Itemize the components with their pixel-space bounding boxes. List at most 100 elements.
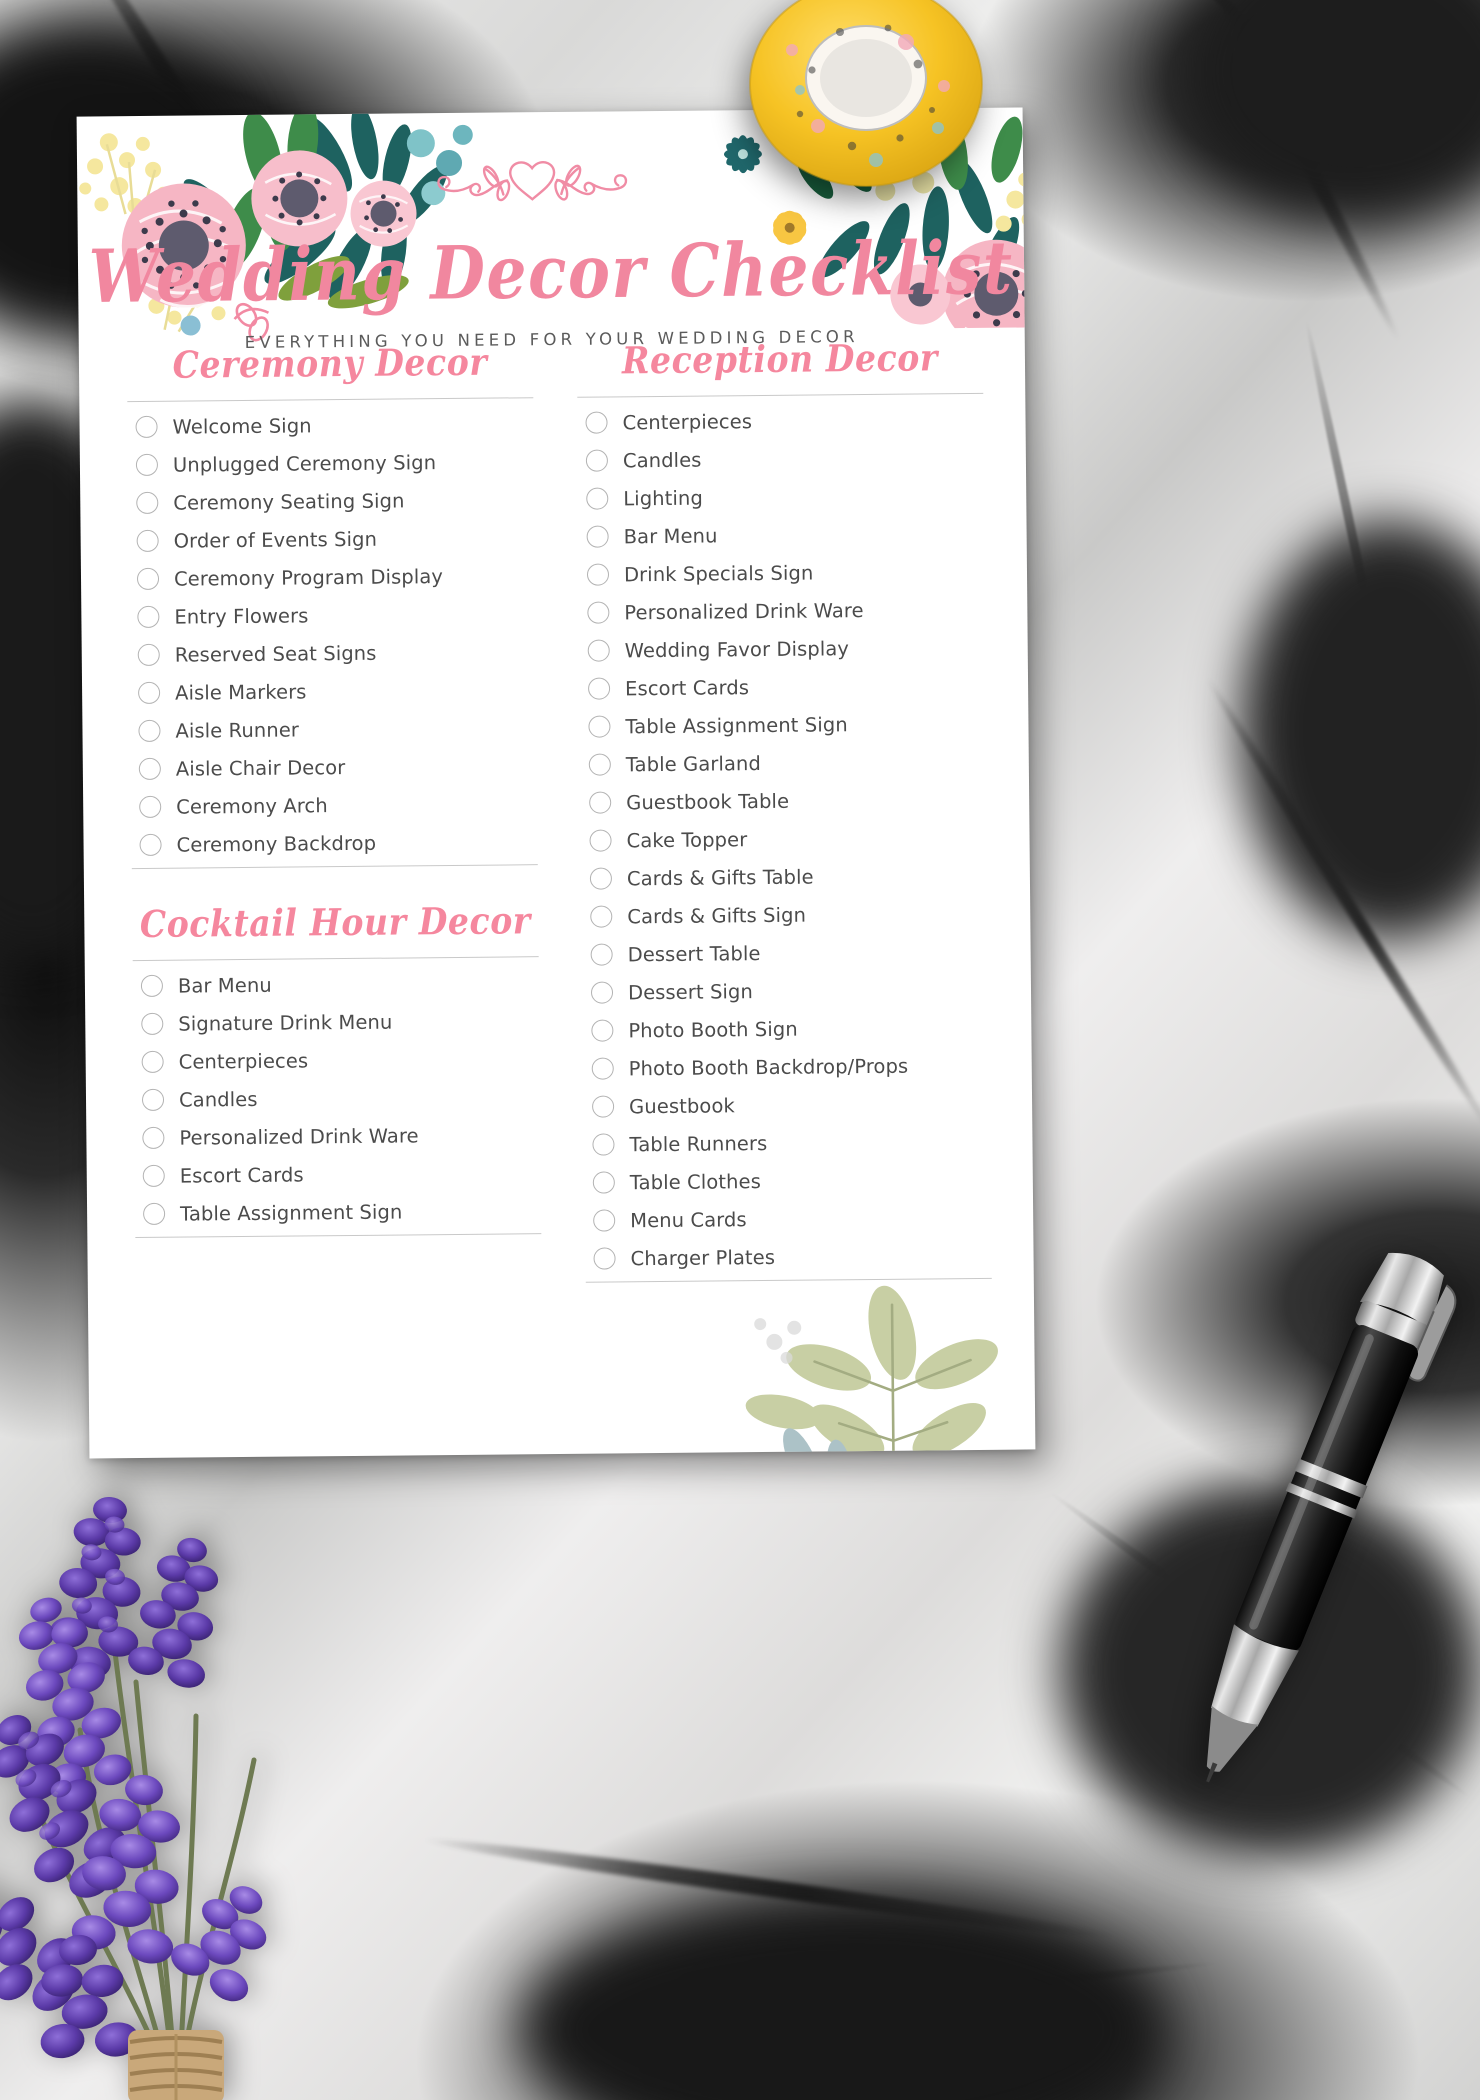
- checklist-item[interactable]: Guestbook Table: [581, 780, 987, 822]
- checkbox-circle-icon[interactable]: [592, 1133, 615, 1156]
- checkbox-circle-icon[interactable]: [586, 487, 609, 510]
- checkbox-circle-icon[interactable]: [591, 1019, 614, 1042]
- checklist-item[interactable]: Menu Cards: [585, 1198, 991, 1240]
- checkbox-circle-icon[interactable]: [592, 1095, 615, 1118]
- checkbox-circle-icon[interactable]: [142, 1126, 165, 1149]
- checklist-item-label: Guestbook Table: [626, 789, 790, 814]
- checklist-item[interactable]: Reserved Seat Signs: [130, 632, 536, 674]
- checklist-item[interactable]: Order of Events Sign: [128, 518, 534, 560]
- checkbox-circle-icon[interactable]: [591, 1057, 614, 1080]
- checklist-item[interactable]: Table Assignment Sign: [135, 1191, 541, 1233]
- checkbox-circle-icon[interactable]: [587, 677, 611, 700]
- checklist-item[interactable]: Charger Plates: [585, 1236, 991, 1278]
- checklist-item-label: Ceremony Seating Sign: [173, 488, 405, 515]
- marble-smudge: [520, 1900, 1160, 2100]
- checklist-item[interactable]: Candles: [134, 1077, 540, 1119]
- checklist-items: Welcome Sign Unplugged Ceremony Sign Cerem…: [127, 398, 537, 868]
- checkbox-circle-icon[interactable]: [589, 791, 612, 814]
- checklist-item[interactable]: Ceremony Seating Sign: [128, 480, 534, 522]
- checklist-item[interactable]: Escort Cards: [135, 1153, 541, 1195]
- checklist-item[interactable]: Wedding Favor Display: [580, 628, 986, 670]
- checklist-item[interactable]: Ceremony Program Display: [129, 556, 535, 598]
- checklist-item[interactable]: Dessert Sign: [583, 970, 989, 1012]
- checklist-item[interactable]: Cards & Gifts Table: [582, 856, 988, 898]
- checklist-item[interactable]: Dessert Table: [582, 932, 988, 974]
- checkbox-circle-icon[interactable]: [138, 681, 161, 705]
- marble-vein: [963, 0, 1357, 123]
- checklist-item[interactable]: Personalized Drink Ware: [134, 1115, 540, 1157]
- checklist-item[interactable]: Photo Booth Sign: [583, 1008, 989, 1050]
- section-title: Ceremony Decor: [172, 339, 488, 387]
- checkbox-circle-icon[interactable]: [136, 529, 159, 553]
- checkbox-circle-icon[interactable]: [137, 643, 160, 667]
- checklist-item[interactable]: Entry Flowers: [129, 594, 535, 636]
- checklist-item[interactable]: Aisle Markers: [130, 670, 536, 712]
- checklist-item[interactable]: Ceremony Backdrop: [131, 822, 537, 864]
- checklist-item[interactable]: Aisle Chair Decor: [131, 746, 537, 788]
- checklist-item[interactable]: Table Runners: [584, 1122, 990, 1164]
- checklist-item[interactable]: Personalized Drink Ware: [579, 590, 985, 632]
- checkbox-circle-icon[interactable]: [586, 525, 609, 548]
- checkbox-circle-icon[interactable]: [137, 605, 160, 629]
- checklist-item[interactable]: Lighting: [578, 476, 984, 518]
- marble-vein: [1301, 318, 1399, 731]
- checklist-item[interactable]: Drink Specials Sign: [579, 552, 985, 594]
- checklist-item[interactable]: Ceremony Arch: [131, 784, 537, 826]
- checkbox-circle-icon[interactable]: [139, 833, 162, 856]
- checklist-item[interactable]: Candles: [578, 438, 984, 480]
- checklist-item[interactable]: Unplugged Ceremony Sign: [128, 442, 534, 484]
- checkbox-circle-icon[interactable]: [139, 795, 162, 819]
- checkbox-circle-icon[interactable]: [588, 753, 611, 776]
- checkbox-circle-icon[interactable]: [586, 563, 610, 586]
- checkbox-circle-icon[interactable]: [140, 974, 164, 997]
- checklist-item[interactable]: Cake Topper: [581, 818, 987, 860]
- checkbox-circle-icon[interactable]: [587, 639, 610, 662]
- checkbox-circle-icon[interactable]: [142, 1164, 165, 1187]
- checklist-item[interactable]: Cards & Gifts Sign: [582, 894, 988, 936]
- checkbox-circle-icon[interactable]: [593, 1209, 616, 1232]
- checklist-item[interactable]: Bar Menu: [133, 963, 539, 1005]
- checklist-items: Centerpieces Candles Lighting Bar Menu Drink…: [577, 394, 991, 1282]
- checklist-item[interactable]: Signature Drink Menu: [133, 1001, 539, 1043]
- checklist-item[interactable]: Centerpieces: [133, 1039, 539, 1081]
- checkbox-circle-icon[interactable]: [587, 601, 610, 624]
- checkbox-circle-icon[interactable]: [136, 491, 159, 515]
- checklist-item[interactable]: Centerpieces: [577, 400, 983, 442]
- checkbox-circle-icon[interactable]: [143, 1202, 166, 1225]
- checkbox-circle-icon[interactable]: [585, 449, 609, 472]
- checkbox-circle-icon[interactable]: [592, 1171, 615, 1194]
- checkbox-circle-icon[interactable]: [138, 757, 161, 781]
- checkbox-circle-icon[interactable]: [135, 415, 158, 439]
- checklist-item-label: Candles: [622, 448, 702, 472]
- checklist-item[interactable]: Welcome Sign: [127, 404, 533, 446]
- checklist-item[interactable]: Guestbook: [584, 1084, 990, 1126]
- checklist-item-label: Unplugged Ceremony Sign: [172, 450, 437, 477]
- checkbox-circle-icon[interactable]: [590, 943, 613, 966]
- checklist-item-label: Guestbook: [628, 1093, 735, 1118]
- checklist-item-label: Cards & Gifts Sign: [627, 903, 807, 928]
- checkbox-circle-icon[interactable]: [590, 905, 613, 928]
- checkbox-circle-icon[interactable]: [141, 1012, 164, 1035]
- checklist-item[interactable]: Table Clothes: [585, 1160, 991, 1202]
- checkbox-circle-icon[interactable]: [136, 567, 160, 591]
- checkbox-circle-icon[interactable]: [588, 715, 611, 738]
- checklist-item[interactable]: Aisle Runner: [130, 708, 536, 750]
- checkbox-circle-icon[interactable]: [138, 719, 161, 743]
- checklist-item-label: Photo Booth Sign: [628, 1017, 798, 1042]
- checkbox-circle-icon[interactable]: [589, 867, 613, 890]
- checkbox-circle-icon[interactable]: [593, 1247, 616, 1270]
- checkbox-circle-icon[interactable]: [585, 411, 608, 434]
- checkbox-circle-icon[interactable]: [590, 981, 614, 1004]
- checklist-item[interactable]: Photo Booth Backdrop/Props: [584, 1046, 990, 1088]
- checkbox-circle-icon[interactable]: [135, 453, 159, 477]
- checklist-item[interactable]: Bar Menu: [578, 514, 984, 556]
- checklist-item-label: Bar Menu: [177, 973, 272, 998]
- checkbox-circle-icon[interactable]: [141, 1050, 164, 1073]
- checklist-item[interactable]: Table Garland: [581, 742, 987, 784]
- checklist-item[interactable]: Table Assignment Sign: [580, 704, 986, 746]
- checklist-item[interactable]: Escort Cards: [580, 666, 986, 708]
- checkbox-circle-icon[interactable]: [141, 1088, 165, 1111]
- section-ceremony-decor: Ceremony Decor Welcome Sign Unplugged Cere…: [127, 340, 538, 870]
- marble-vein: [1174, 0, 1406, 345]
- checkbox-circle-icon[interactable]: [589, 829, 612, 852]
